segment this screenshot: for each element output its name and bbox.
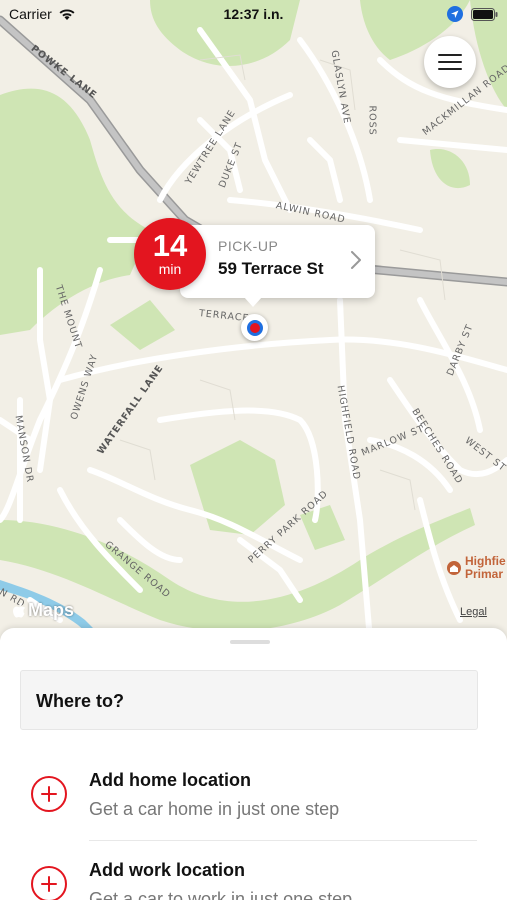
legal-link[interactable]: Legal (460, 606, 487, 618)
sheet-grabber[interactable] (230, 640, 270, 644)
location-dot-icon (246, 319, 263, 336)
battery-icon (471, 7, 498, 21)
home-item-title: Add home location (89, 770, 251, 790)
apple-maps-logo: Maps (12, 600, 74, 621)
eta-minutes: 14 (152, 228, 188, 263)
status-bar: Carrier 12:37 i.n. (0, 0, 507, 28)
home-item-subtitle: Get a car home in just one step (89, 799, 340, 819)
plus-icon (41, 876, 57, 892)
status-time: 12:37 i.n. (223, 6, 284, 22)
chevron-right-icon (351, 251, 361, 269)
maps-logo-text: Maps (28, 600, 75, 620)
pickup-location-pin[interactable] (241, 314, 268, 341)
apple-icon (13, 602, 25, 618)
poi-school[interactable]: Highfie Primar (447, 555, 506, 581)
destination-search-input[interactable]: Where to? (20, 670, 478, 730)
school-icon (447, 561, 461, 575)
add-work-location-item[interactable]: Add work location Get a car to work in j… (0, 846, 507, 900)
add-home-location-item[interactable]: Add home location Get a car home in just… (0, 756, 507, 846)
bottom-sheet[interactable]: Where to? Add home location Get a car ho… (0, 628, 507, 900)
plus-icon (41, 786, 57, 802)
pickup-callout[interactable]: PICK-UP 59 Terrace St (180, 225, 375, 307)
hamburger-menu-icon (438, 54, 462, 70)
menu-button[interactable] (424, 36, 476, 88)
map-view[interactable]: POWKE LANE YEWTREE LANE DUKE ST GLASLYN … (0, 0, 507, 640)
work-item-subtitle: Get a car to work in just one step (89, 889, 353, 900)
eta-badge: 14 min (134, 218, 206, 290)
street-label-ross: ROSS (366, 105, 378, 136)
location-services-icon (447, 6, 463, 22)
list-divider (89, 840, 477, 841)
add-circle-icon (31, 776, 67, 812)
work-item-title: Add work location (89, 860, 246, 880)
poi-label-line2: Primar (465, 567, 504, 581)
wifi-icon (59, 9, 75, 20)
carrier-name: Carrier (9, 6, 52, 22)
add-circle-icon (31, 866, 67, 900)
eta-unit: min (158, 261, 182, 277)
